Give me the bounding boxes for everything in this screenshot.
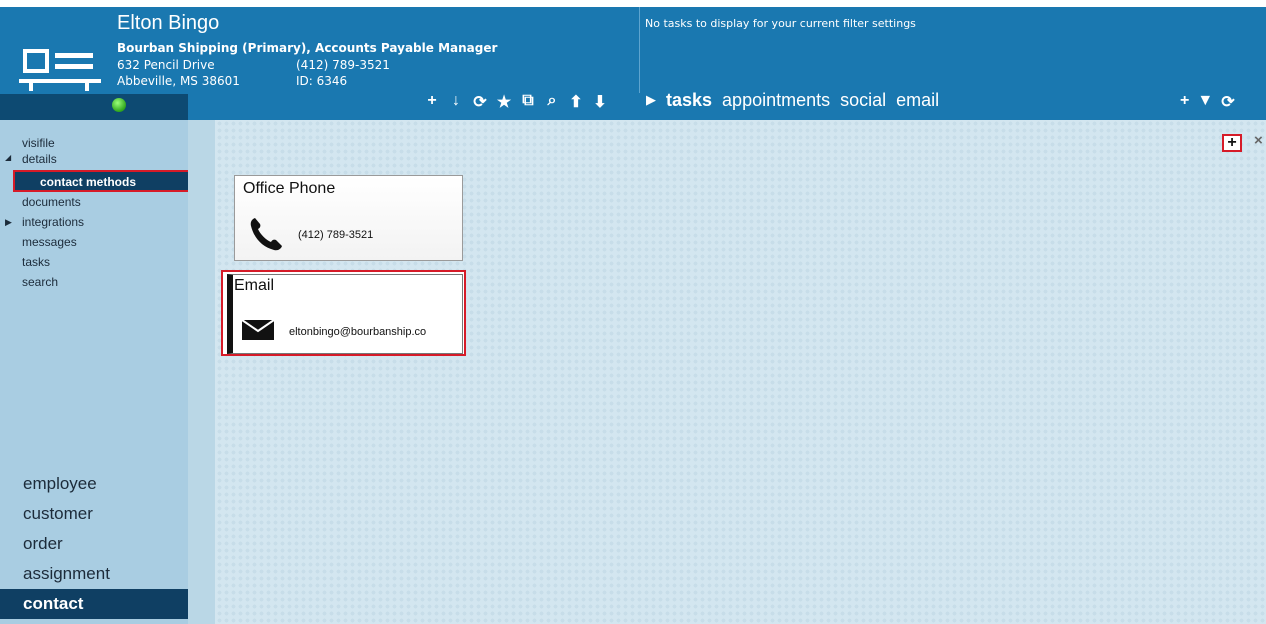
card-value: eltonbingo@bourbanship.co [289,326,427,338]
module-nav: employee customer order assignment conta… [0,464,203,624]
sidebar-item-contact-methods[interactable]: contact methods [13,170,206,192]
tab-tasks[interactable]: tasks [666,90,712,111]
tab-social[interactable]: social [840,90,886,111]
no-tasks-message: No tasks to display for your current fil… [645,17,916,30]
phone-icon [250,218,282,251]
nav-employee[interactable]: employee [0,469,203,499]
search-icon[interactable]: ⌕ [544,92,560,112]
header-divider [639,7,640,93]
card-title: Office Phone [243,180,336,197]
contact-phone: (412) 789-3521 [296,58,390,72]
filter-icon[interactable]: ▼ [1197,92,1213,112]
address-line1: 632 Pencil Drive [117,58,215,72]
status-indicator-icon [112,98,126,112]
nav-contact[interactable]: contact [0,589,203,619]
add-task-icon[interactable]: + [1180,92,1189,112]
up-icon[interactable]: ⬆ [568,92,584,112]
close-icon[interactable]: × [1254,132,1263,149]
panel-edge [188,120,215,624]
contact-card-icon [19,45,101,91]
tab-email[interactable]: email [896,90,939,111]
sidebar-item-label: contact methods [40,175,137,189]
sidebar-item-visifile[interactable]: visifile [22,136,55,150]
down-arrow-icon[interactable]: ↓ [448,92,464,112]
refresh-tasks-icon[interactable]: ⟳ [1221,92,1234,112]
external-icon[interactable]: ⧉ [520,92,536,112]
sidebar-item-documents[interactable]: documents [22,195,81,209]
expand-triangle-icon[interactable]: ▶ [646,92,656,108]
address-line2: Abbeville, MS 38601 [117,74,240,88]
sidebar-item-search[interactable]: search [22,275,58,289]
envelope-icon [241,319,275,340]
card-title: Email [234,277,275,294]
star-icon[interactable]: ★ [496,92,512,112]
sidebar-item-details[interactable]: details [22,152,57,166]
app-window: Elton Bingo Bourban Shipping (Primary), … [0,0,1266,624]
contact-method-card-email[interactable]: Email eltonbingo@bourbanship.co [221,270,466,356]
sidebar-item-integrations[interactable]: integrations [22,215,84,229]
tasks-tabs: ▶ tasks appointments social email [646,88,949,112]
collapse-triangle-icon[interactable]: ◢ [5,153,11,162]
add-contact-method-button[interactable]: + [1222,134,1242,152]
nav-order[interactable]: order [0,529,203,559]
tab-appointments[interactable]: appointments [722,90,830,111]
sidebar-item-messages[interactable]: messages [22,235,77,249]
contact-name: Elton Bingo [117,12,220,34]
add-icon[interactable]: + [424,92,440,112]
down-icon[interactable]: ⬇ [592,92,608,112]
tasks-toolbar: + ▼ ⟳ [1180,92,1235,112]
contact-id: ID: 6346 [296,74,348,88]
expand-triangle-icon[interactable]: ▶ [5,217,12,228]
main-content: Office Phone (412) 789-3521 Email eltonb… [188,120,1266,624]
header: Elton Bingo Bourban Shipping (Primary), … [0,7,1266,120]
sidebar-item-tasks[interactable]: tasks [22,255,50,269]
card-value: (412) 789-3521 [298,229,374,241]
contact-toolbar: + ↓ ⟳ ★ ⧉ ⌕ ⬆ ⬇ [424,92,608,112]
nav-assignment[interactable]: assignment [0,559,203,589]
refresh-icon[interactable]: ⟳ [472,92,488,112]
contact-company: Bourban Shipping (Primary), Accounts Pay… [117,41,498,55]
contact-method-card-phone[interactable]: Office Phone (412) 789-3521 [234,175,463,261]
card-body: Email eltonbingo@bourbanship.co [227,274,463,354]
nav-customer[interactable]: customer [0,499,203,529]
status-bar [0,94,188,120]
